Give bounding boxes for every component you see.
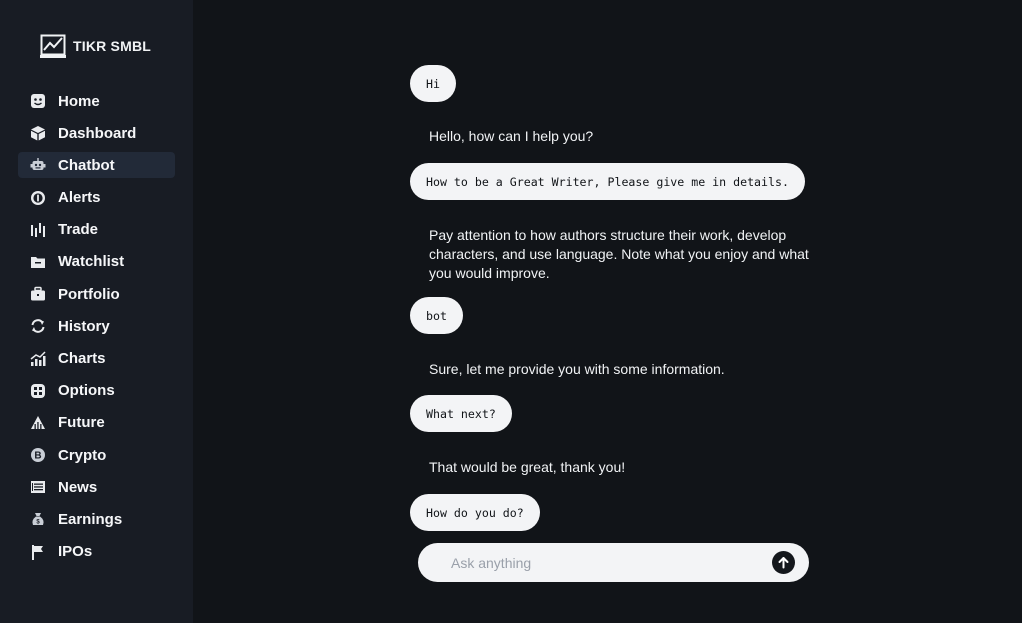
send-button[interactable] (772, 551, 795, 574)
newspaper-icon (30, 479, 46, 495)
sidebar-nav: Home Dashboard Chatbot Alerts Trade Watc… (18, 88, 175, 571)
sidebar-item-label: Alerts (58, 189, 101, 207)
user-message: How do you do? (410, 494, 540, 531)
sidebar-item-crypto[interactable]: B Crypto (18, 442, 175, 468)
sidebar-item-label: Charts (58, 350, 106, 367)
sidebar-item-label: Future (58, 414, 105, 432)
bot-message: Sure, let me provide you with some infor… (429, 361, 725, 377)
bar-chart-trend-icon (30, 350, 46, 367)
sidebar-item-charts[interactable]: Charts (18, 346, 175, 372)
options-grid-icon (30, 383, 46, 399)
brand-name: TIKR SMBL (73, 38, 152, 54)
robot-icon (30, 157, 46, 173)
sidebar-item-chatbot[interactable]: Chatbot (18, 152, 175, 179)
brand-logo[interactable]: TIKR SMBL (40, 34, 151, 58)
sidebar-item-watchlist[interactable]: Watchlist (18, 249, 175, 275)
sidebar-item-label: News (58, 478, 98, 496)
sidebar-item-label: Options (58, 382, 115, 400)
bot-message: That would be great, thank you! (429, 459, 626, 475)
cube-icon (30, 125, 46, 141)
sidebar-item-earnings[interactable]: $ Earnings (18, 506, 175, 532)
user-message: Hi (410, 65, 456, 102)
sidebar-item-portfolio[interactable]: Portfolio (18, 281, 175, 307)
money-bag-icon: $ (30, 511, 46, 527)
sidebar-item-alerts[interactable]: Alerts (18, 185, 175, 211)
flag-icon (30, 544, 46, 560)
briefcase-icon (30, 286, 46, 302)
sidebar-item-label: Crypto (58, 446, 107, 464)
sidebar-item-label: Trade (58, 221, 99, 239)
sidebar-item-label: Watchlist (58, 253, 125, 271)
chat-composer (418, 543, 809, 582)
sidebar-item-trade[interactable]: Trade (18, 217, 175, 243)
chart-logo-icon (40, 34, 66, 58)
sidebar-item-future[interactable]: Future (18, 410, 175, 436)
bot-message: Pay attention to how authors structure t… (429, 227, 809, 281)
sidebar-item-label: Dashboard (58, 124, 137, 142)
user-message: bot (410, 297, 463, 334)
future-arrow-icon (30, 415, 46, 431)
sidebar-item-label: IPOs (58, 543, 93, 561)
sidebar-item-history[interactable]: History (18, 313, 175, 339)
arrow-up-icon (778, 557, 789, 569)
folder-icon (30, 254, 46, 270)
alert-circle-icon (30, 190, 46, 206)
sidebar: TIKR SMBL Home Dashboard Chatbot Alerts (0, 0, 193, 623)
chat-input[interactable] (451, 554, 751, 571)
sidebar-item-home[interactable]: Home (18, 88, 175, 114)
sidebar-item-dashboard[interactable]: Dashboard (18, 120, 175, 146)
sidebar-item-options[interactable]: Options (18, 378, 175, 404)
sidebar-item-label: Chatbot (58, 156, 115, 174)
chat-thread: Hi Hello, how can I help you? How to be … (410, 0, 830, 623)
svg-text:B: B (34, 451, 41, 462)
sidebar-item-label: Earnings (58, 510, 123, 528)
sidebar-item-label: History (58, 317, 110, 335)
candlestick-icon (30, 222, 46, 238)
sidebar-item-news[interactable]: News (18, 474, 175, 500)
sidebar-item-label: Portfolio (58, 285, 120, 303)
bot-message: Hello, how can I help you? (429, 128, 594, 144)
sidebar-item-ipos[interactable]: IPOs (18, 539, 175, 565)
user-message: What next? (410, 395, 512, 432)
smiley-face-icon (30, 93, 46, 109)
refresh-arrows-icon (30, 318, 46, 334)
bitcoin-icon: B (30, 447, 46, 463)
user-message: How to be a Great Writer, Please give me… (410, 163, 805, 200)
sidebar-item-label: Home (58, 92, 100, 110)
